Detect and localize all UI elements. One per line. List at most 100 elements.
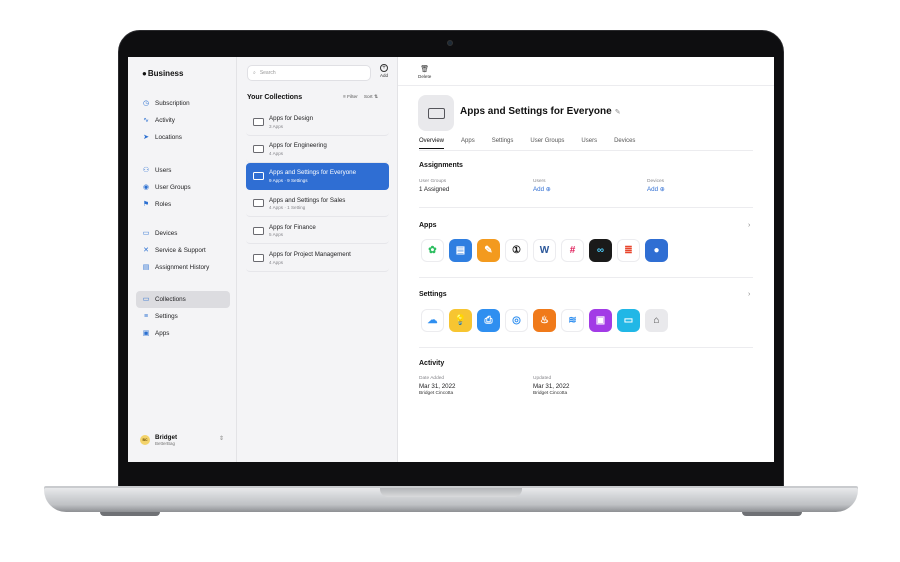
sidebar-item-label: Collections [155,296,186,303]
sidebar-item-subscription[interactable]: ◷ Subscription [136,95,230,112]
delete-button[interactable]: 🗑 Delete [418,65,431,79]
apps-section-title: Apps [419,222,437,229]
sidebar-item-label: Activity [155,117,175,124]
page-title-text: Apps and Settings for Everyone [460,106,612,117]
sidebar-item-label: Locations [155,134,182,141]
keyboard-icon [253,117,264,126]
collection-name: Apps for Engineering [269,142,327,150]
assign-label: Devices [647,179,665,184]
laptop-mockup: ● Business ◷ Subscription ∿ Activity ➤ Locati… [0,0,900,562]
page-title: Apps and Settings for Everyone ✎ [460,106,621,117]
collection-meta: 4 Apps [269,259,284,265]
pages-icon[interactable]: ✎ [477,239,500,262]
sidebar-item-label: Devices [155,230,178,237]
collection-list-item[interactable]: Apps and Settings for Everyone 9 Apps · … [246,163,389,191]
tab-overview[interactable]: Overview [419,138,445,149]
airplay-icon[interactable]: ▭ [617,309,640,332]
lock-icon[interactable]: ▣ [589,309,612,332]
assign-devices: Devices Add ⊕ [647,179,665,193]
assign-label: User Groups [419,179,447,184]
brand-logo: ● Business [142,69,183,78]
collection-name: Apps for Finance [269,223,316,231]
collection-list-item[interactable]: Apps for Project Management 4 Apps [246,245,389,272]
tab-users[interactable]: Users [581,138,597,149]
filter-button[interactable]: ≡ Filter [343,95,358,100]
sidebar-item-label: Service & Support [155,247,206,254]
sidebar-item-roles[interactable]: ⚑ Roles [136,196,230,213]
add-label: Add [379,73,388,78]
laptop-foot-left [100,512,160,516]
sidebar-item-activity[interactable]: ∿ Activity [136,112,230,129]
apps-icon: ▣ [142,329,150,337]
activity-updated: Updated Mar 31, 2022 Bridget Cincotta [533,376,569,396]
collection-list-item[interactable]: Apps for Engineering 4 Apps [246,136,389,163]
collections-list: Apps for Design 3 Apps Apps for Engineer… [246,109,389,272]
sidebar-item-user-groups[interactable]: ◉ User Groups [136,179,230,196]
collections-panel: ⌕ Search + Add Your Collections ≡ Filter… [237,57,398,462]
word-icon[interactable]: W [533,239,556,262]
tab-settings[interactable]: Settings [492,138,514,149]
wifi-icon[interactable]: ≋ [561,309,584,332]
location-icon: ➤ [143,133,149,141]
tab-apps[interactable]: Apps [461,138,475,149]
keyboard-icon [427,107,445,119]
activity-label: Date Added [419,376,445,381]
icloud-icon[interactable]: ☁ [421,309,444,332]
trash-icon: 🗑 [420,66,430,73]
sort-button[interactable]: Sort ⇅ [364,95,378,100]
sidebar-item-label: Settings [155,313,178,320]
user-name: Bridget [155,434,178,441]
sidebar-item-assignment-history[interactable]: ▤ Assignment History [136,259,230,276]
collection-icon [418,95,454,131]
add-devices-link[interactable]: Add ⊕ [647,186,665,193]
assignments-title: Assignments [419,162,463,169]
pencil-icon[interactable]: ✎ [615,109,621,116]
brand-name: Business [147,69,184,78]
apple-app-icon[interactable]: ● [645,239,668,262]
sidebar-item-service-support[interactable]: ✕ Service & Support [136,242,230,259]
search-icon: ⌕ [253,70,256,76]
activity-added: Date Added Mar 31, 2022 Bridget Cincotta [419,376,455,396]
collection-list-item[interactable]: Apps and Settings for Sales 4 Apps · 1 S… [246,191,389,218]
globe-icon[interactable]: ◎ [505,309,528,332]
search-input[interactable]: ⌕ Search [247,65,371,81]
printer-icon[interactable]: ⎙ [477,309,500,332]
evernote-icon[interactable]: ✿ [421,239,444,262]
add-button[interactable]: + Add [377,64,391,78]
flame-icon[interactable]: ♨ [533,309,556,332]
chevron-right-icon[interactable]: › [748,222,750,229]
app-window: ● Business ◷ Subscription ∿ Activity ➤ Locati… [128,57,774,462]
assign-users: Users Add ⊕ [533,179,551,193]
1password-icon[interactable]: ① [505,239,528,262]
nav-group: ▭ Collections ≡ Settings ▣ Apps [136,291,230,342]
collections-title: Your Collections [247,94,303,101]
add-users-label: Add [533,185,545,193]
keyboard-icon [253,172,264,181]
clock-icon: ◷ [142,99,150,107]
slack-icon[interactable]: # [561,239,584,262]
sidebar-item-collections[interactable]: ▭ Collections [136,291,230,308]
tab-devices[interactable]: Devices [614,138,635,149]
collection-meta: 9 Apps · 9 Settings [269,177,308,183]
collection-list-item[interactable]: Apps for Finance 5 Apps [246,218,389,245]
sidebar-item-settings[interactable]: ≡ Settings [136,308,230,325]
home-icon[interactable]: ⌂ [645,309,668,332]
assign-value: 1 Assigned [419,185,450,193]
divider [398,85,774,86]
collection-list-item[interactable]: Apps for Design 3 Apps [246,109,389,136]
webex-icon[interactable]: ∞ [589,239,612,262]
tips-icon[interactable]: 💡 [449,309,472,332]
sidebar-item-users[interactable]: ⚇ Users [136,162,230,179]
sidebar-item-devices[interactable]: ▭ Devices [136,225,230,242]
chevron-right-icon[interactable]: › [748,291,750,298]
speaker-deck-icon[interactable]: ≣ [617,239,640,262]
filter-label: Filter [347,95,358,100]
tab-user-groups[interactable]: User Groups [530,138,564,149]
sidebar-item-apps[interactable]: ▣ Apps [136,325,230,342]
add-users-link[interactable]: Add ⊕ [533,186,551,193]
account-switcher[interactable]: BC Bridget BetterBag ⇕ [136,429,230,451]
keyboard-icon [253,253,264,262]
divider [419,150,753,151]
sidebar-item-locations[interactable]: ➤ Locations [136,129,230,146]
keynote-icon[interactable]: ▤ [449,239,472,262]
